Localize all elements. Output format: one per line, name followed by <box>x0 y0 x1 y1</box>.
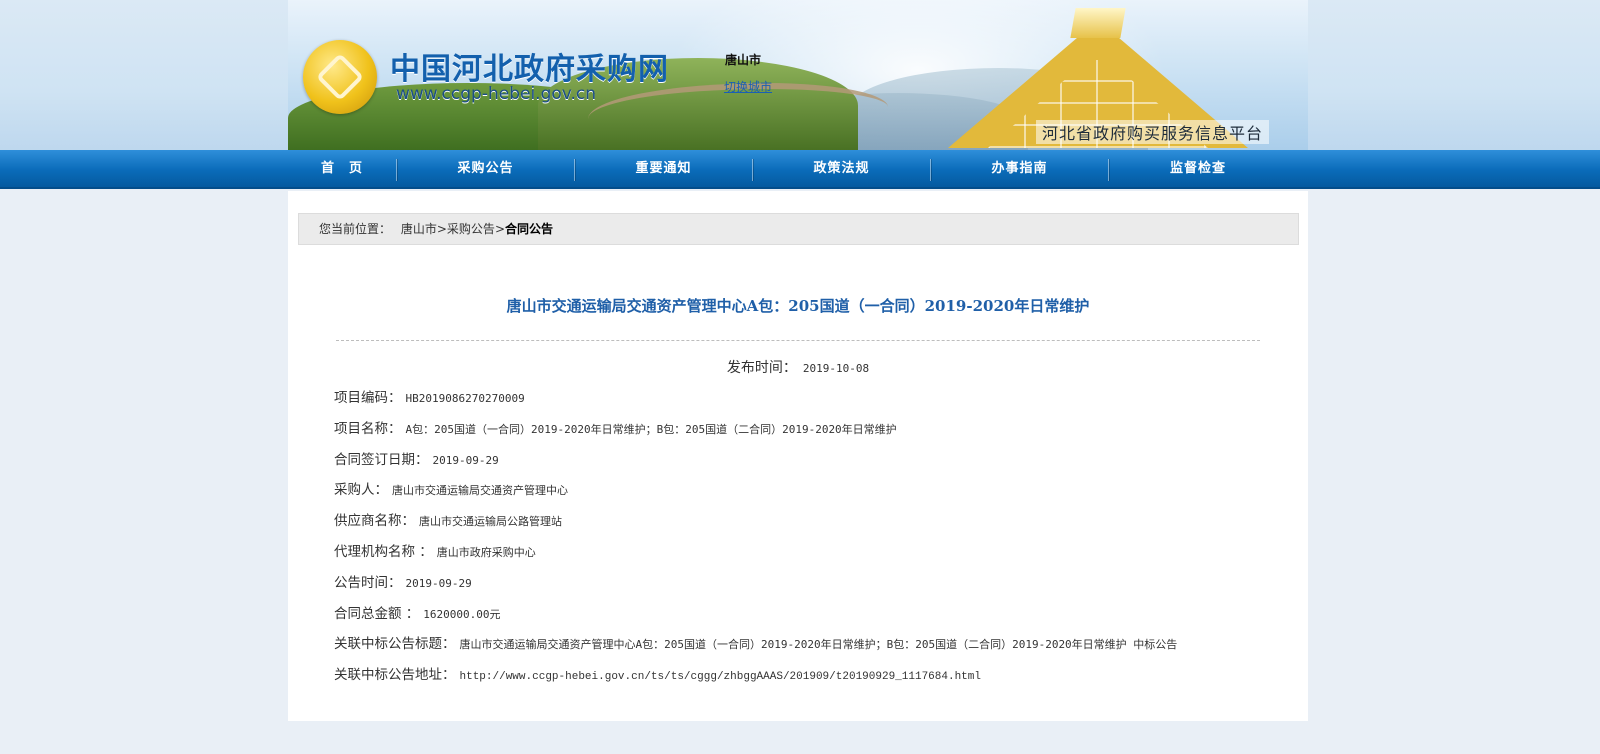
platform-slogan: 河北省政府购买服务信息平台 <box>1036 120 1270 144</box>
breadcrumb-separator: > <box>494 222 505 236</box>
article-title: 唐山市交通运输局交通资产管理中心A包：205国道（一合同）2019-2020年日… <box>506 297 1090 315</box>
field-label: 项目编码： <box>334 390 402 406</box>
breadcrumb-item-current: 合同公告 <box>505 222 554 236</box>
field-label: 合同总金额 ： <box>334 605 420 622</box>
field-agency: 代理机构名称 ：唐山市政府采购中心 <box>334 541 1294 572</box>
site-logo-icon[interactable] <box>303 40 377 114</box>
site-url: www.ccgp-hebei.gov.cn <box>396 84 597 104</box>
field-label: 公告时间： <box>334 574 402 591</box>
field-label: 供应商名称： <box>334 513 415 530</box>
field-value: 2019-09-29 <box>405 576 472 590</box>
nav-bar: 首 页 采购公告 重要通知 政策法规 办事指南 监督检查 <box>288 150 1308 189</box>
publish-time: 发布时间： 2019-10-08 <box>288 357 1308 377</box>
nav-item-supervision[interactable]: 监督检查 <box>1109 150 1287 189</box>
field-label: 关联中标公告地址： <box>334 667 456 684</box>
field-contract-date: 合同签订日期： 2019-09-29 <box>334 449 1294 480</box>
nav-item-important-notices[interactable]: 重要通知 <box>575 150 752 189</box>
breadcrumb-separator: > <box>436 222 447 236</box>
field-project-code: 项目编码： HB2019086270270009 <box>334 387 1294 418</box>
field-value: HB2019086270270009 <box>405 392 525 405</box>
breadcrumb-item-city[interactable]: 唐山市 <box>401 222 437 236</box>
field-value: 唐山市政府采购中心 <box>436 545 536 559</box>
field-label: 代理机构名称 ： <box>334 543 433 560</box>
field-contract-amount: 合同总金额 ： 1620000.00元 <box>334 603 1294 634</box>
content-panel: 您当前位置： 唐山市>采购公告>合同公告 唐山市交通运输局交通资产管理中心A包：… <box>288 191 1308 721</box>
field-project-name: 项目名称： A包：205国道（一合同）2019-2020年日常维护；B包：205国… <box>334 418 1294 449</box>
nav-item-procurement-notices[interactable]: 采购公告 <box>397 150 574 189</box>
field-value: 1620000.00元 <box>423 607 501 621</box>
publish-time-label: 发布时间： <box>726 360 797 376</box>
field-label: 合同签订日期： <box>334 451 429 468</box>
field-label: 项目名称： <box>334 420 402 437</box>
field-supplier: 供应商名称： 唐山市交通运输局公路管理站 <box>334 510 1294 541</box>
current-city: 唐山市 <box>725 53 762 67</box>
site-title[interactable]: 中国河北政府采购网 <box>390 44 669 88</box>
pyramid-capstone <box>1070 8 1126 38</box>
field-value: 唐山市交通运输局交通资产管理中心A包：205国道（一合同）2019-2020年日… <box>459 638 1178 652</box>
field-label: 采购人： <box>334 482 388 499</box>
nav-item-home[interactable]: 首 页 <box>288 150 396 189</box>
contract-details: 项目编码： HB2019086270270009 项目名称： A包：205国道（一合… <box>334 387 1294 695</box>
nav-item-guide[interactable]: 办事指南 <box>931 150 1108 189</box>
field-value: 2019-09-29 <box>432 453 499 467</box>
field-label: 关联中标公告标题： <box>334 636 456 653</box>
field-related-award-title: 关联中标公告标题： 唐山市交通运输局交通资产管理中心A包：205国道（一合同）20… <box>334 633 1294 664</box>
field-related-award-url: 关联中标公告地址： http://www.ccgp-hebei.gov.cn/ts… <box>334 664 1294 695</box>
field-value: 唐山市交通运输局公路管理站 <box>419 515 562 529</box>
breadcrumb-item-procurement[interactable]: 采购公告 <box>447 222 495 236</box>
header-banner: 河北省政府购买服务信息平台 中国河北政府采购网 www.ccgp-hebei.g… <box>0 0 1600 153</box>
switch-city-link[interactable]: 切换城市 <box>724 78 772 95</box>
nav-item-policies[interactable]: 政策法规 <box>753 150 930 189</box>
breadcrumb-prefix: 您当前位置： <box>319 222 392 236</box>
field-notice-time: 公告时间： 2019-09-29 <box>334 572 1294 603</box>
breadcrumb: 您当前位置： 唐山市>采购公告>合同公告 <box>298 213 1299 245</box>
main-nav: 首 页 采购公告 重要通知 政策法规 办事指南 监督检查 <box>0 150 1600 189</box>
field-value: 唐山市交通运输局交通资产管理中心 <box>392 484 568 498</box>
field-purchaser: 采购人： 唐山市交通运输局交通资产管理中心 <box>334 479 1294 510</box>
logo-emblem <box>315 52 365 102</box>
related-award-link[interactable]: http://www.ccgp-hebei.gov.cn/ts/ts/cggg/… <box>460 671 982 683</box>
title-divider <box>336 340 1260 341</box>
publish-time-value: 2019-10-08 <box>802 362 870 375</box>
field-value: A包：205国道（一合同）2019-2020年日常维护；B包：205国道（二合同… <box>405 422 897 436</box>
